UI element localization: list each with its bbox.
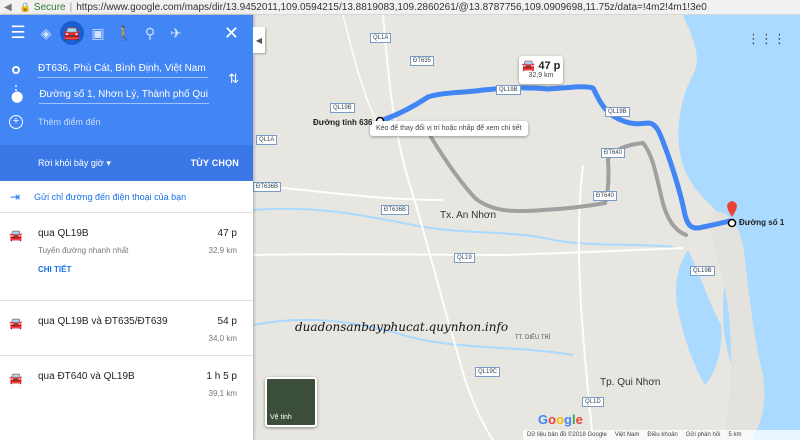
travel-modes: ☰ ◈ 🚘 ▣ 🚶 ⚲ ✈ ✕ — [0, 15, 253, 51]
satellite-label: Vệ tinh — [270, 414, 292, 421]
bike-icon[interactable]: ⚲ — [138, 21, 162, 45]
map-footer: Dữ liệu bản đồ ©2018 Google Việt Nam Điề… — [523, 430, 800, 440]
end-marker — [727, 218, 737, 228]
route-distance: 39,1 km — [208, 389, 237, 398]
end-label: Đường số 1 — [739, 218, 785, 227]
watermark: duadonsanbayphucat.quynhon.info — [295, 320, 509, 334]
apps-grid-icon[interactable]: ⋮⋮⋮ — [747, 31, 786, 47]
road-shield: QL1A — [256, 135, 278, 145]
back-icon[interactable]: ◀ — [4, 2, 12, 13]
lock-icon: 🔒 — [19, 1, 31, 12]
collapse-panel-button[interactable]: ◀ — [253, 27, 265, 53]
start-label: Đường tỉnh 636 — [313, 118, 373, 127]
satellite-toggle[interactable]: Vệ tinh — [265, 377, 317, 427]
route-duration: 54 p — [217, 316, 237, 327]
map-data-credit: Dữ liệu bản đồ ©2018 Google — [527, 432, 607, 438]
leave-now-dropdown[interactable]: Rời khỏi bây giờ ▾ — [38, 158, 111, 169]
dropdown-arrow-icon: ▾ — [106, 157, 111, 168]
departure-bar: Rời khỏi bây giờ ▾ TÙY CHỌN — [0, 145, 253, 181]
place-an-nhon: Tx. An Nhơn — [440, 210, 497, 221]
route-option[interactable]: 🚘 qua ĐT640 và QL19B 1 h 5 p 39,1 km — [0, 356, 253, 411]
car-icon[interactable]: 🚘 — [60, 21, 84, 45]
road-shield: QL19B — [496, 85, 521, 95]
send-to-phone-icon: ⇥ — [10, 189, 21, 204]
route-option[interactable]: 🚘 qua QL19B và ĐT635/ĐT639 54 p 34,0 km — [0, 301, 253, 356]
route-duration: 1 h 5 p — [206, 371, 237, 382]
separator: | — [69, 1, 73, 13]
route-time: 47 p — [538, 60, 561, 72]
add-icon[interactable]: + — [9, 115, 23, 129]
car-icon: 🚘 — [9, 230, 23, 242]
route-duration: 47 p — [217, 228, 237, 239]
alt-route — [429, 135, 607, 214]
destination-row: ⬤ Đường số 1, Nhơn Lý, Thành phố Qui Nhơ… — [0, 85, 253, 107]
road-shield: ĐT640 — [601, 148, 626, 158]
car-icon: 🚘 — [9, 373, 23, 385]
close-icon[interactable]: ✕ — [224, 23, 239, 44]
road-shield: QL19B — [330, 103, 355, 113]
scale-label[interactable]: 5 km — [728, 432, 741, 438]
feedback-link[interactable]: Gửi phản hồi — [686, 432, 721, 438]
details-link[interactable]: CHI TIẾT — [38, 265, 71, 274]
main-route — [377, 84, 733, 231]
add-destination-label[interactable]: Thêm điểm đến — [38, 117, 101, 127]
road-shield: QL19C — [475, 367, 501, 377]
send-to-phone[interactable]: ⇥ Gửi chỉ đường đến điện thoại của bạn — [0, 181, 253, 213]
car-icon: 🚘 — [9, 318, 23, 330]
walk-icon[interactable]: 🚶 — [112, 21, 136, 45]
route-distance: 32,9 km — [208, 246, 237, 255]
route-note: Tuyến đường nhanh nhất — [38, 246, 129, 255]
origin-dot-icon — [12, 66, 20, 74]
drag-hint-tooltip: Kéo để thay đổi vị trí hoặc nhấp để xem … — [370, 121, 528, 136]
best-route-icon[interactable]: ◈ — [34, 21, 58, 45]
road-shield: ĐT636B — [381, 205, 410, 215]
road-shield: QL19 — [454, 253, 475, 263]
road-shield: QL1A — [370, 33, 392, 43]
send-to-phone-label[interactable]: Gửi chỉ đường đến điện thoại của bạn — [34, 192, 186, 202]
address-bar[interactable]: ◀ 🔒 Secure | https://www.google.com/maps… — [0, 0, 800, 15]
map-canvas[interactable]: ◀ ⋮⋮⋮ 🚘 47 p 32,9 km Kéo để thay đổi vị … — [253, 15, 800, 440]
flight-icon[interactable]: ✈ — [164, 21, 188, 45]
route-name: qua QL19B — [38, 228, 89, 239]
route-time-bubble[interactable]: 🚘 47 p 32,9 km — [519, 56, 563, 84]
secure-label: Secure — [33, 1, 66, 13]
swap-icon[interactable]: ⇅ — [228, 71, 239, 87]
origin-input[interactable]: ĐT636, Phù Cát, Bình Định, Việt Nam — [38, 63, 208, 78]
road-shield: QL19B — [605, 107, 630, 117]
url-text[interactable]: https://www.google.com/maps/dir/13.94520… — [76, 2, 707, 13]
destination-input[interactable]: Đường số 1, Nhơn Lý, Thành phố Qui Nhơn — [39, 89, 210, 104]
directions-header: ☰ ◈ 🚘 ▣ 🚶 ⚲ ✈ ✕ ĐT636, Phù Cát, Bình Địn… — [0, 15, 253, 145]
road-shield: QL19B — [690, 266, 715, 276]
place-dieu-tri: TT. DIÊU TRÌ — [515, 335, 551, 341]
menu-icon[interactable]: ☰ — [6, 21, 30, 45]
road-shield: QL1D — [582, 397, 604, 407]
route-name: qua QL19B và ĐT635/ĐT639 — [38, 316, 168, 327]
route-name: qua ĐT640 và QL19B — [38, 371, 135, 382]
place-qui-nhon: Tp. Qui Nhơn — [600, 377, 661, 388]
route-option[interactable]: 🚘 qua QL19B 47 p Tuyến đường nhanh nhất … — [0, 213, 253, 301]
route-distance-label: 32,9 km — [528, 72, 554, 79]
road-shield: ĐT636B — [253, 182, 282, 192]
leave-now-label: Rời khỏi bây giờ — [38, 157, 104, 168]
road-shield: ĐT635 — [410, 56, 435, 66]
car-icon: 🚘 — [521, 60, 539, 72]
directions-panel: ☰ ◈ 🚘 ▣ 🚶 ⚲ ✈ ✕ ĐT636, Phù Cát, Bình Địn… — [0, 15, 253, 440]
options-button[interactable]: TÙY CHỌN — [191, 158, 239, 168]
terms-link[interactable]: Điều khoản — [647, 432, 677, 438]
origin-row: ĐT636, Phù Cát, Bình Định, Việt Nam — [0, 59, 253, 81]
road-shield: ĐT640 — [593, 191, 618, 201]
add-destination-row[interactable]: + Thêm điểm đến — [0, 111, 253, 133]
route-distance: 34,0 km — [208, 334, 237, 343]
region-label[interactable]: Việt Nam — [615, 432, 640, 438]
google-logo: Google — [538, 412, 583, 427]
transit-icon[interactable]: ▣ — [86, 21, 110, 45]
destination-pin-icon: ⬤ — [11, 90, 24, 103]
